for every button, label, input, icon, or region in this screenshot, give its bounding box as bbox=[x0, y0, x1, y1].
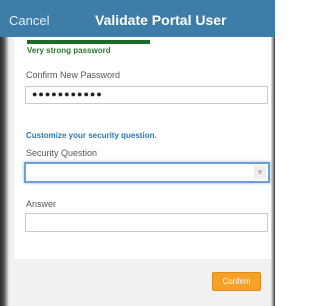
security-question-hint: Customize your security question. bbox=[26, 131, 157, 140]
answer-field[interactable] bbox=[25, 213, 268, 232]
password-strength-text: Very strong password bbox=[27, 46, 111, 55]
security-question-select[interactable]: ▼ bbox=[24, 162, 270, 183]
chevron-down-icon: ▼ bbox=[254, 166, 266, 179]
confirm-password-value: ●●●●●●●●●●● bbox=[32, 89, 103, 99]
security-question-label: Security Question bbox=[26, 148, 98, 158]
confirm-password-label: Confirm New Password bbox=[26, 70, 121, 80]
answer-label: Answer bbox=[26, 199, 57, 209]
title-bar: Cancel Validate Portal User bbox=[0, 0, 275, 37]
window-frame-right bbox=[271, 37, 275, 306]
cancel-button[interactable]: Cancel bbox=[9, 13, 49, 28]
confirm-button[interactable]: Confirm bbox=[212, 272, 261, 291]
confirm-password-field[interactable]: ●●●●●●●●●●● bbox=[25, 86, 268, 104]
password-strength-bar bbox=[27, 40, 150, 44]
page-title: Validate Portal User bbox=[95, 12, 227, 28]
window-frame-left bbox=[0, 37, 14, 306]
